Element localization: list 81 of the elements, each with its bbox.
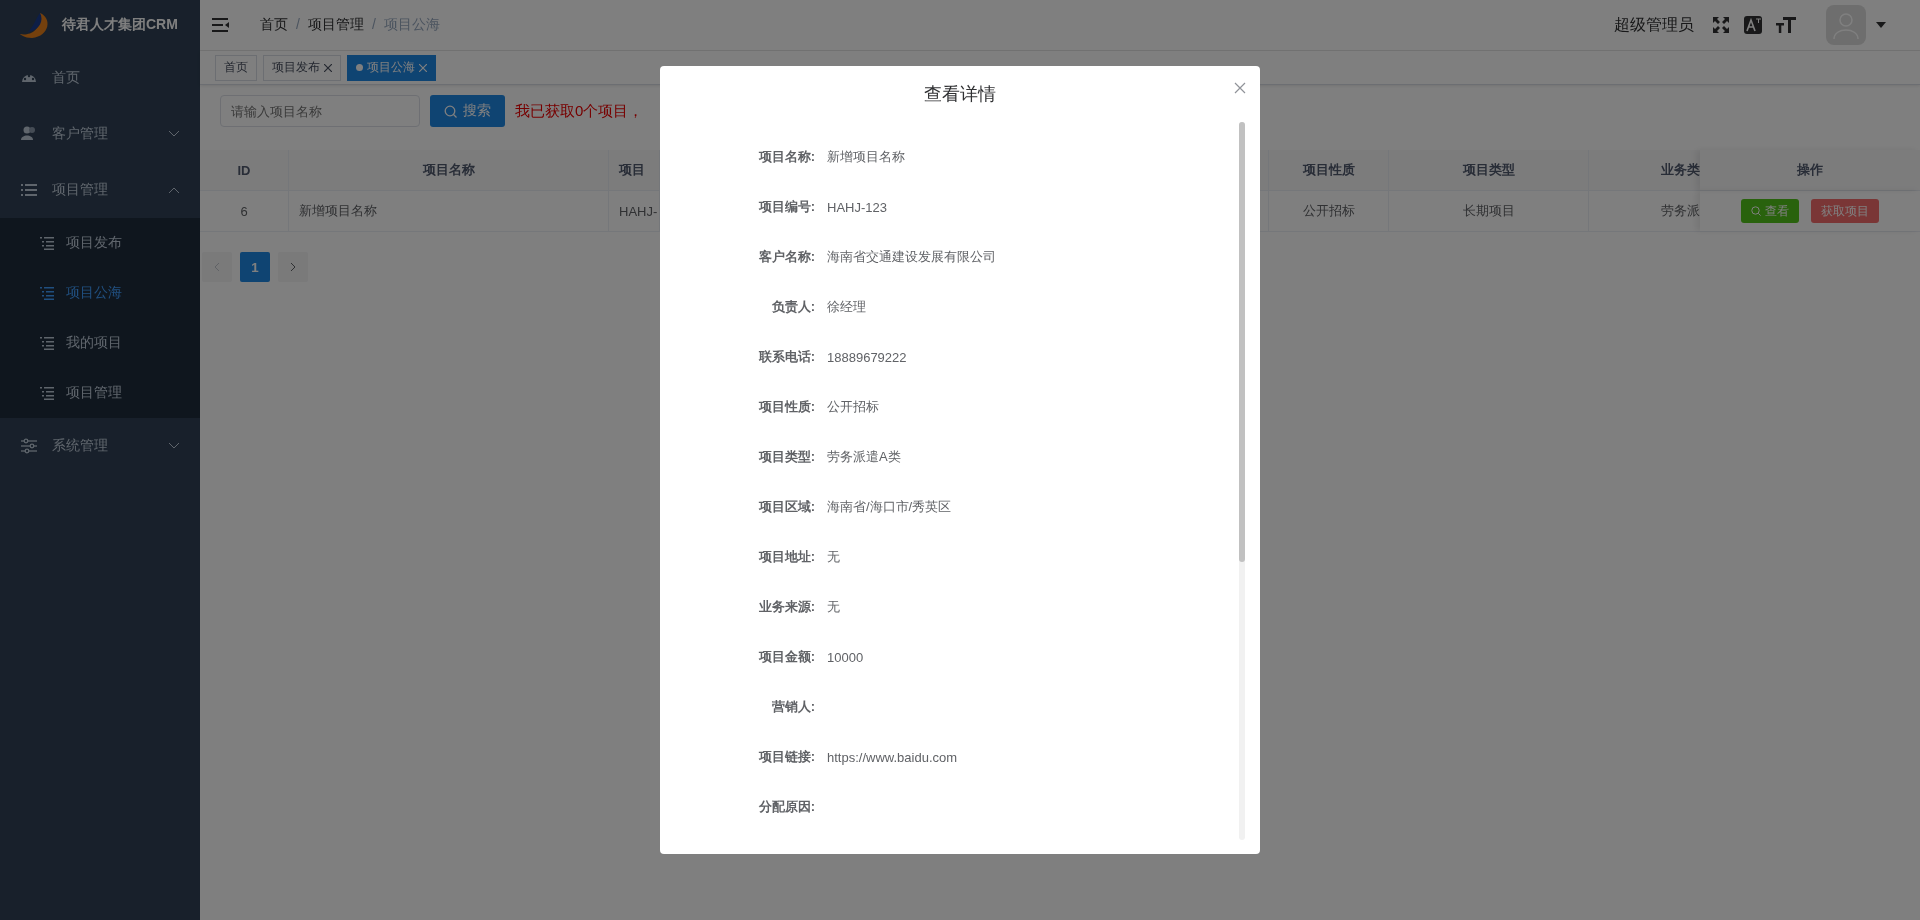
field-value: 新增项目名称 [827, 148, 905, 166]
search-button[interactable]: 搜索 [430, 95, 505, 127]
field-value: https://www.baidu.com [827, 749, 958, 765]
search-icon [1751, 206, 1761, 216]
list-icon [40, 236, 54, 250]
fullscreen-icon[interactable] [1712, 16, 1730, 34]
field-label: 营销人: [770, 698, 815, 716]
font-size-icon[interactable] [1776, 16, 1796, 34]
tab[interactable]: 项目公海 [347, 54, 436, 81]
tab[interactable]: 首页 [215, 54, 257, 81]
column-header: 操作 [1700, 150, 1920, 190]
breadcrumb-separator: / [371, 16, 376, 34]
field-label: 联系电话: [757, 348, 815, 366]
dialog-title: 查看详情 [924, 83, 996, 106]
scrollbar-thumb[interactable] [1239, 122, 1245, 562]
field-label: 项目性质: [757, 398, 815, 416]
app-name: 待君人才集团CRM [62, 16, 178, 34]
field-label: 项目名称: [757, 148, 815, 166]
field-value: 徐经理 [827, 298, 866, 316]
field-value: HAHJ-123 [827, 199, 887, 215]
take-project-button[interactable]: 获取项目 [1811, 199, 1879, 223]
table-cell: 6 [200, 191, 289, 231]
tab[interactable]: 项目发布 [263, 54, 341, 81]
submenu-item[interactable]: 项目管理 [0, 368, 200, 418]
dot-icon [356, 64, 363, 71]
submenu-item[interactable]: 项目发布 [0, 218, 200, 268]
field-label: 项目类型: [757, 448, 815, 466]
column-header: 项目类型 [1389, 150, 1589, 190]
field-value: 海南省交通建设发展有限公司 [827, 248, 996, 266]
field-value: 劳务派遣A类 [827, 448, 901, 466]
field-label: 分配原因: [757, 798, 815, 816]
field-label: 业务来源: [757, 598, 815, 616]
table-cell: 新增项目名称 [289, 191, 609, 231]
field-label: 项目地址: [757, 548, 815, 566]
close-icon[interactable] [1234, 82, 1246, 94]
field-value: 18889679222 [827, 349, 907, 365]
field-label: 项目金额: [757, 648, 815, 666]
menu-item[interactable]: 首页 [0, 50, 200, 106]
list-icon [40, 336, 54, 350]
field-label: 项目区域: [757, 498, 815, 516]
caret-down-icon[interactable] [1876, 22, 1886, 28]
column-header: 业务类 [1660, 161, 1700, 179]
field-label: 项目链接: [757, 748, 815, 766]
field-value: 10000 [827, 649, 864, 665]
menu-icon[interactable] [212, 17, 230, 33]
column-header: ID [200, 150, 289, 190]
breadcrumb-item[interactable]: 首页 [260, 16, 288, 34]
search-field[interactable]: 请输入项目名称 [220, 95, 420, 127]
field-label: 客户名称: [757, 248, 815, 266]
table-cell-text: 劳务派 [1660, 202, 1700, 220]
submenu-item[interactable]: 项目公海 [0, 268, 200, 318]
list-icon [40, 286, 54, 300]
field-label: 负责人: [770, 298, 815, 316]
field-value: 海南省/海口市/秀英区 [827, 498, 952, 516]
menu-item[interactable]: 客户管理 [0, 106, 200, 162]
chevron-left-icon [214, 262, 220, 272]
menu-item[interactable]: 系统管理 [0, 418, 200, 474]
page-button[interactable]: 1 [240, 252, 270, 282]
field-value: 公开招标 [827, 398, 879, 416]
menu-item[interactable]: 项目管理 [0, 162, 200, 218]
column-header: 项目性质 [1269, 150, 1389, 190]
breadcrumb-item[interactable]: 项目管理 [307, 16, 364, 34]
list-icon [20, 181, 38, 199]
sliders-icon [20, 437, 38, 455]
users-icon [20, 125, 38, 143]
field-value: 无 [827, 598, 840, 616]
field-label: 项目编号: [757, 198, 815, 216]
translate-icon[interactable] [1744, 16, 1762, 34]
list-icon [40, 386, 54, 400]
chevron-right-icon [290, 262, 296, 272]
view-button[interactable]: 查看 [1741, 199, 1799, 223]
column-header: 项目名称 [289, 150, 609, 190]
field-value: 无 [827, 548, 840, 566]
table-cell: 公开招标 [1269, 191, 1389, 231]
breadcrumb-separator: / [296, 16, 300, 34]
search-icon [444, 104, 457, 118]
close-icon[interactable] [324, 63, 332, 72]
user-name: 超级管理员 [1614, 14, 1694, 35]
notice-text: 我已获取0个项目， [515, 101, 644, 121]
submenu-item[interactable]: 我的项目 [0, 318, 200, 368]
table-cell: 长期项目 [1389, 191, 1589, 231]
